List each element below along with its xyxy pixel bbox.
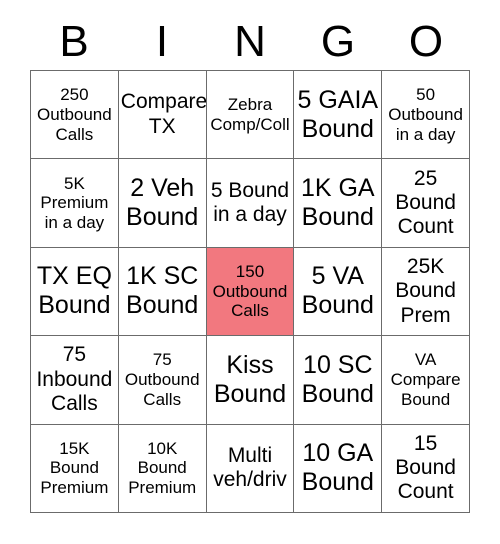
bingo-cell-label: 75 Inbound Calls (36, 343, 113, 416)
bingo-cell-label: 1K SC Bound (126, 262, 199, 320)
bingo-cell-label: 150 Outbound Calls (212, 261, 288, 321)
bingo-cell-label: Zebra Comp/Coll (210, 94, 290, 134)
bingo-cell[interactable]: 15K Bound Premium (31, 424, 119, 513)
bingo-cell[interactable]: 10 SC Bound (294, 336, 383, 425)
bingo-cell[interactable]: 75 Inbound Calls (31, 336, 119, 425)
bingo-cell[interactable]: 1K GA Bound (294, 159, 383, 248)
bingo-cell[interactable]: 10K Bound Premium (118, 424, 207, 513)
bingo-header-letter-g: G (320, 17, 356, 66)
bingo-cell-label: 1K GA Bound (300, 174, 375, 232)
bingo-cell[interactable]: 50 Outbound in a day (382, 71, 470, 160)
bingo-cell[interactable]: VA Compare Bound (382, 336, 470, 425)
bingo-cell[interactable]: 250 Outbound Calls (31, 71, 119, 160)
bingo-cell-label: 50 Outbound in a day (388, 85, 463, 144)
bingo-cell-label: 15K Bound Premium (40, 438, 109, 498)
bingo-header-letter-b: B (59, 17, 89, 66)
bingo-cell[interactable]: 5 Bound in a day (206, 159, 295, 248)
bingo-cell-label: 5 GAIA Bound (297, 85, 379, 143)
bingo-cell-marked[interactable]: 150 Outbound Calls (206, 247, 295, 337)
bingo-cell-label: 250 Outbound Calls (37, 85, 112, 144)
bingo-cell[interactable]: Multi veh/driv (206, 424, 295, 513)
bingo-cell-label: 5K Premium in a day (40, 173, 109, 232)
bingo-cell[interactable]: 2 Veh Bound (118, 159, 207, 248)
bingo-cell-label: 25K Bound Prem (395, 254, 456, 327)
bingo-header-letter-n: N (234, 17, 266, 66)
bingo-cell-label: 10 SC Bound (301, 350, 374, 408)
bingo-cell[interactable]: 15 Bound Count (382, 424, 470, 513)
bingo-cell-label: 10K Bound Premium (128, 438, 197, 498)
bingo-cell[interactable]: 1K SC Bound (118, 247, 207, 337)
bingo-header-letter-i: I (155, 17, 169, 66)
bingo-cell-label: 2 Veh Bound (126, 174, 199, 232)
bingo-cell[interactable]: TX EQ Bound (31, 247, 119, 337)
bingo-cell[interactable]: 5 GAIA Bound (294, 71, 383, 160)
bingo-card: B I N G O 250 Outbound Calls Compare TX Zebra … (0, 0, 500, 544)
bingo-header-row: BINGO (30, 14, 470, 70)
bingo-cell[interactable]: 25K Bound Prem (382, 247, 470, 337)
bingo-cell-label: Compare TX (120, 90, 207, 138)
bingo-cell-label: TX EQ Bound (36, 262, 112, 320)
bingo-cell-label: 25 Bound Count (395, 166, 456, 239)
bingo-cell-label: VA Compare Bound (390, 350, 461, 409)
bingo-cell-label: Kiss Bound (213, 350, 287, 408)
bingo-cell-label: 75 Outbound Calls (124, 350, 200, 409)
bingo-cell-label: Multi veh/driv (213, 443, 287, 492)
bingo-cell[interactable]: Kiss Bound (206, 336, 295, 425)
bingo-cell[interactable]: 5 VA Bound (294, 247, 383, 337)
bingo-cell-label: 5 VA Bound (301, 262, 374, 320)
bingo-cell[interactable]: Zebra Comp/Coll (206, 71, 295, 160)
bingo-cell-label: 15 Bound Count (395, 431, 456, 504)
bingo-cell[interactable]: 10 GA Bound (294, 424, 383, 513)
bingo-cell-label: 10 GA Bound (301, 439, 374, 497)
bingo-grid: 250 Outbound Calls Compare TX Zebra Comp/C… (30, 70, 470, 513)
bingo-cell-label: 5 Bound in a day (210, 178, 290, 227)
bingo-header-letter-o: O (408, 17, 444, 66)
bingo-cell[interactable]: Compare TX (118, 71, 207, 160)
bingo-cell[interactable]: 75 Outbound Calls (118, 336, 207, 425)
bingo-cell[interactable]: 25 Bound Count (382, 159, 470, 248)
bingo-cell[interactable]: 5K Premium in a day (31, 159, 119, 248)
